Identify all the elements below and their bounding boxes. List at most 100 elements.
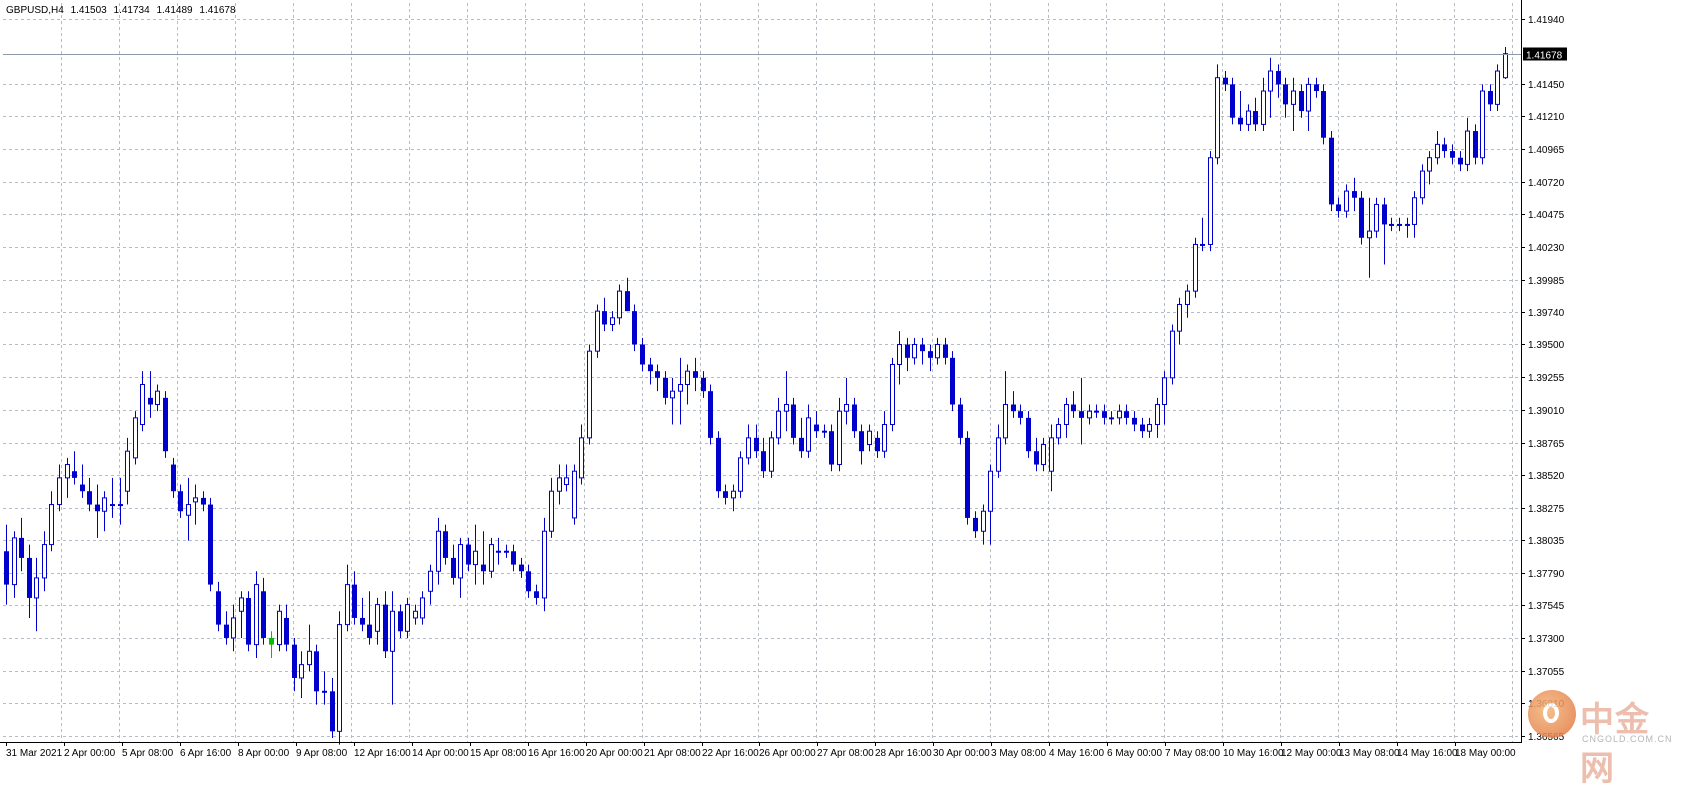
candle — [526, 564, 531, 598]
candle — [799, 417, 804, 458]
candle-body-bull — [1435, 143, 1440, 159]
candle-body-bull — [1389, 223, 1394, 226]
candle-body-bear — [791, 404, 796, 438]
candle-body-bull — [34, 577, 39, 599]
candle — [1193, 237, 1198, 298]
candle-body-bear — [799, 437, 804, 452]
time-tick-label: 6 May 00:00 — [1107, 748, 1162, 759]
candle — [299, 651, 304, 698]
candle — [420, 591, 425, 625]
candle-body-bull — [1246, 110, 1251, 125]
candle — [890, 357, 895, 432]
candle-body-bull — [557, 477, 562, 492]
candle — [610, 311, 615, 332]
candle-body-bear — [95, 504, 100, 512]
candle — [1064, 397, 1069, 438]
candle-body-bear — [829, 431, 834, 465]
candle-body-bear — [655, 371, 660, 378]
candles — [4, 47, 1508, 745]
candle — [943, 337, 948, 365]
candle — [413, 604, 418, 625]
candle — [1382, 197, 1387, 265]
candlestick-chart[interactable]: 1.41678 1.41940 1.41450 1.41210 1.40965 1.40… — [0, 0, 1684, 764]
candle — [511, 544, 516, 572]
candle-body-bear — [1124, 411, 1129, 418]
candle-body-bear — [1329, 137, 1334, 205]
candle — [557, 464, 562, 505]
candle — [451, 544, 456, 585]
candle-body-bear — [1102, 411, 1107, 418]
candle — [920, 337, 925, 365]
candle — [1488, 84, 1493, 112]
candle — [587, 344, 592, 445]
candle-body-bear — [632, 311, 637, 345]
candle — [110, 477, 115, 518]
candle — [171, 457, 176, 498]
candle-body-bull — [496, 550, 501, 553]
candle — [958, 397, 963, 445]
candle-body-bull — [405, 604, 410, 632]
candle — [1480, 84, 1485, 165]
candle-body-bear — [87, 491, 92, 505]
time-tick-label: 16 Apr 16:00 — [528, 748, 585, 759]
candle-body-bear — [224, 624, 229, 638]
candle-body-bear — [693, 371, 698, 378]
candle — [1162, 371, 1167, 425]
candle-body-bull — [738, 457, 743, 492]
candle-body-bull — [118, 504, 123, 507]
candle-body-bear — [1026, 417, 1031, 452]
candle — [466, 537, 471, 572]
candle-body-bull — [1003, 404, 1008, 439]
candle — [648, 357, 653, 385]
candle — [1094, 404, 1099, 418]
candle-body-bear — [1018, 411, 1023, 418]
candle — [1223, 71, 1228, 92]
candle-body-bear — [920, 344, 925, 352]
candle-body-bull — [776, 410, 781, 439]
candle-body-bull — [1155, 404, 1160, 426]
candle-body-bear — [216, 591, 221, 625]
candle — [1071, 391, 1076, 418]
candle — [882, 411, 887, 458]
candle — [292, 637, 297, 692]
candle — [345, 564, 350, 632]
candle-body-bear — [201, 497, 206, 505]
candle-body-bull — [549, 490, 554, 532]
time-tick-label: 5 Apr 08:00 — [122, 748, 174, 759]
candle-body-bull — [1056, 424, 1061, 439]
candle-body-bear — [534, 591, 539, 598]
chart-window[interactable]: 1.41678 1.41940 1.41450 1.41210 1.40965 1.40… — [0, 0, 1684, 789]
candle — [1473, 124, 1478, 165]
time-tick-label: 10 May 16:00 — [1223, 748, 1284, 759]
candle-body-bull — [867, 430, 872, 446]
candle — [1465, 117, 1470, 172]
time-tick-label: 28 Apr 16:00 — [875, 748, 932, 759]
candle-body-bull — [504, 550, 509, 553]
ohlc-high: 1.41734 — [113, 5, 150, 16]
candle-body-bear — [269, 637, 274, 645]
time-tick-label: 27 Apr 08:00 — [817, 748, 874, 759]
price-tick-label: 1.40965 — [1528, 145, 1565, 156]
candle — [897, 331, 902, 385]
candle-body-bull — [1291, 90, 1296, 105]
time-tick-label: 9 Apr 08:00 — [296, 748, 348, 759]
candle-body-bull — [1405, 223, 1410, 226]
candle — [935, 337, 940, 365]
candle — [1155, 397, 1160, 438]
candle — [155, 384, 160, 412]
candle — [1397, 217, 1402, 232]
candle — [738, 451, 743, 498]
price-tick-label: 1.41450 — [1528, 80, 1565, 91]
candle-body-bear — [466, 544, 471, 565]
candle — [352, 571, 357, 625]
candle — [1306, 77, 1311, 132]
candle-body-bull — [1087, 410, 1092, 419]
candle — [1503, 47, 1508, 80]
candle — [383, 591, 388, 658]
candle — [950, 351, 955, 412]
price-tick-label: 1.37545 — [1528, 601, 1565, 612]
candle — [617, 284, 622, 325]
candle — [1352, 177, 1357, 212]
candle — [1026, 411, 1031, 458]
candle — [284, 604, 289, 652]
